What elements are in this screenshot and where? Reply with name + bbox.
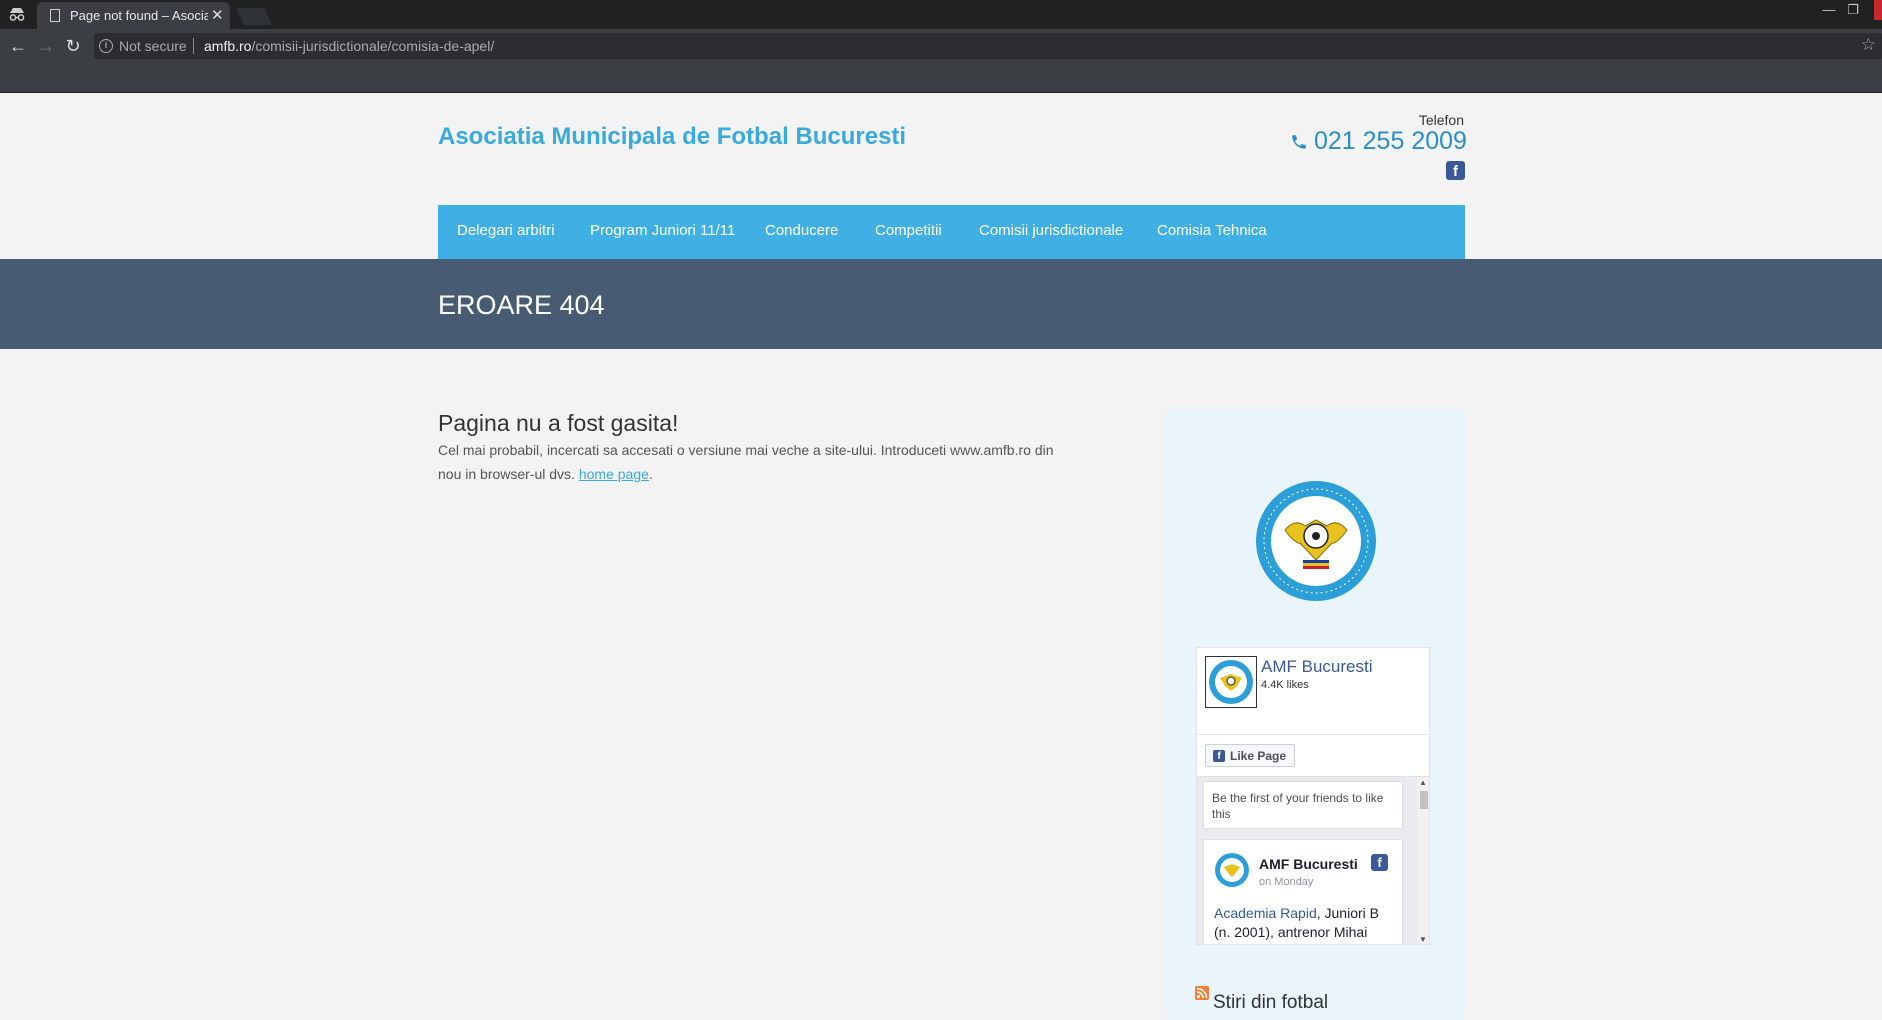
nav-item-delegari-arbitri[interactable]: Delegari arbitri <box>457 222 555 239</box>
minimize-icon[interactable]: — <box>1818 2 1840 20</box>
page-avatar[interactable] <box>1205 656 1257 708</box>
fb-feed-scrollbar[interactable]: ▲ ▼ <box>1417 777 1429 944</box>
post-author-name[interactable]: AMF Bucuresti <box>1259 856 1358 872</box>
forward-icon[interactable]: → <box>36 36 56 56</box>
post-author-avatar[interactable] <box>1214 852 1250 888</box>
reload-icon[interactable]: ↻ <box>63 36 83 56</box>
nav-item-program-juniori[interactable]: Program Juniori 11/11 <box>590 222 735 239</box>
scroll-up-icon[interactable]: ▲ <box>1419 778 1427 787</box>
tab-title: Page not found – Asociatia Municipala <box>70 8 208 23</box>
facebook-icon: f <box>1371 854 1388 871</box>
url-domain: amfb.ro <box>204 38 252 54</box>
error-message-text: Cel mai probabil, incercati sa accesati … <box>438 442 1054 482</box>
not-secure-label: Not secure <box>119 38 187 54</box>
phone-number-text: 021 255 2009 <box>1314 127 1467 155</box>
phone-icon <box>1292 135 1306 149</box>
info-icon[interactable]: i <box>99 39 113 53</box>
fb-post: AMF Bucuresti f on Monday Academia Rapid… <box>1203 839 1403 944</box>
restore-icon[interactable]: ❐ <box>1842 2 1864 20</box>
page-icon <box>50 9 60 22</box>
amfb-logo-tiny <box>1215 853 1249 887</box>
page-title: EROARE 404 <box>438 290 605 320</box>
bookmark-star-icon[interactable]: ☆ <box>1861 35 1876 55</box>
facebook-icon: f <box>1213 750 1225 762</box>
browser-tab-strip: Page not found – Asociatia Municipala ✕ … <box>0 0 1882 29</box>
rss-icon <box>1195 986 1209 1000</box>
main-navigation: Delegari arbitri Program Juniori 11/11 C… <box>438 205 1465 259</box>
like-page-label: Like Page <box>1230 749 1287 763</box>
nav-item-comisii-jurisdictionale[interactable]: Comisii jurisdictionale <box>979 222 1123 239</box>
nav-item-comisia-tehnica[interactable]: Comisia Tehnica <box>1157 222 1267 239</box>
bookmarks-bar <box>0 63 1882 93</box>
error-heading: Pagina nu a fost gasita! <box>438 410 679 436</box>
amfb-logo-small <box>1209 660 1253 704</box>
omnibox-divider <box>193 38 194 54</box>
address-bar[interactable]: i Not secure amfb.ro/comisii-jurisdictio… <box>94 33 1882 59</box>
home-page-link[interactable]: home page <box>579 466 649 482</box>
post-time[interactable]: on Monday <box>1259 876 1313 888</box>
fb-divider <box>1197 734 1429 735</box>
new-tab-button[interactable] <box>236 8 272 25</box>
active-tab[interactable]: Page not found – Asociatia Municipala ✕ <box>37 2 230 29</box>
page-banner: EROARE 404 <box>0 259 1882 349</box>
rss-section-title: Stiri din fotbal <box>1213 992 1329 1013</box>
error-message: Cel mai probabil, incercati sa accesati … <box>438 438 1078 486</box>
scroll-down-icon[interactable]: ▼ <box>1419 935 1427 944</box>
facebook-icon[interactable]: f <box>1446 161 1465 180</box>
incognito-icon <box>9 8 25 21</box>
nav-item-conducere[interactable]: Conducere <box>765 222 838 239</box>
fb-page-name[interactable]: AMF Bucuresti <box>1261 657 1372 677</box>
close-tab-icon[interactable]: ✕ <box>211 6 224 24</box>
phone-label: Telefon <box>1418 112 1464 128</box>
url-path: /comisii-jurisdictionale/comisia-de-apel… <box>251 38 495 54</box>
close-window-button[interactable] <box>1874 0 1882 20</box>
browser-toolbar: ← → ↻ i Not secure amfb.ro/comisii-juris… <box>0 29 1882 63</box>
friends-like-text: Be the first of your friends to like thi… <box>1203 781 1403 829</box>
site-title[interactable]: Asociatia Municipala de Fotbal Bucuresti <box>438 123 906 151</box>
facebook-page-widget: AMF Bucuresti 4.4K likes f Like Page Be … <box>1196 647 1430 945</box>
url-text[interactable]: amfb.ro/comisii-jurisdictionale/comisia-… <box>204 38 494 54</box>
post-mention-link[interactable]: Academia Rapid <box>1214 905 1317 921</box>
fb-likes-count: 4.4K likes <box>1261 679 1309 691</box>
amfb-logo <box>1256 481 1376 601</box>
error-message-end: . <box>648 466 653 482</box>
scrollbar-thumb[interactable] <box>1420 791 1428 809</box>
like-page-button[interactable]: f Like Page <box>1205 744 1295 767</box>
phone-number: 021 255 2009 <box>1290 127 1467 156</box>
fb-feed: Be the first of your friends to like thi… <box>1197 776 1429 944</box>
back-icon[interactable]: ← <box>8 36 28 56</box>
nav-item-competitii[interactable]: Competitii <box>875 222 942 239</box>
post-body: Academia Rapid, Juniori B (n. 2001), ant… <box>1214 904 1394 942</box>
